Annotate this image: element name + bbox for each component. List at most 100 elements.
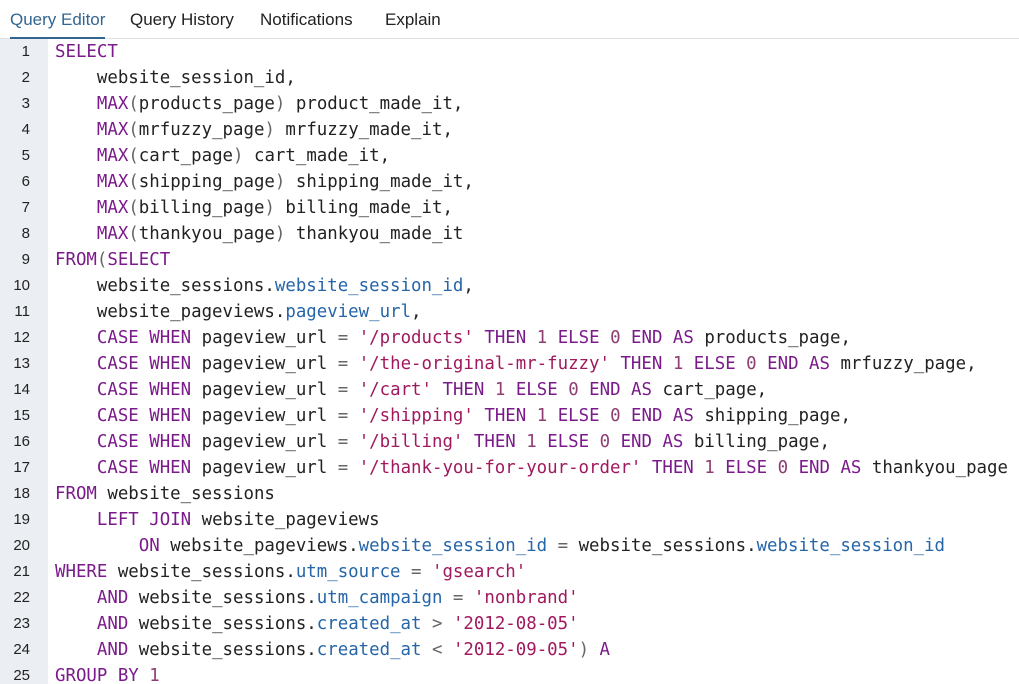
sql-token: 1	[536, 406, 548, 426]
code-text[interactable]: CASE WHEN pageview_url = '/shipping' THE…	[55, 403, 851, 429]
code-line[interactable]: 20 ON website_pageviews.website_session_…	[0, 533, 1019, 559]
code-line[interactable]: 11 website_pageviews.pageview_url,	[0, 299, 1019, 325]
code-line[interactable]: 24 AND website_sessions.created_at < '20…	[0, 637, 1019, 663]
sql-token: (	[128, 146, 139, 166]
code-text[interactable]: SELECT	[55, 39, 118, 65]
sql-token: =	[337, 354, 349, 374]
sql-token: =	[337, 380, 349, 400]
sql-token: MAX	[96, 120, 129, 140]
sql-token: THEN	[484, 406, 527, 426]
tab-query-editor[interactable]: Query Editor	[10, 0, 106, 39]
code-text[interactable]: AND website_sessions.created_at < '2012-…	[55, 637, 610, 663]
code-line[interactable]: 17 CASE WHEN pageview_url = '/thank-you-…	[0, 455, 1019, 481]
code-line[interactable]: 25 GROUP BY 1	[0, 663, 1019, 684]
sql-token: utm_source	[295, 562, 401, 582]
line-number: 2	[21, 69, 30, 86]
code-line[interactable]: 22 AND website_sessions.utm_campaign = '…	[0, 585, 1019, 611]
sql-editor[interactable]: 1 SELECT 2 website_session_id, 3 MAX(produc…	[0, 39, 1019, 684]
code-text[interactable]: MAX(cart_page) cart_made_it,	[55, 143, 390, 169]
sql-token: billing_page,	[683, 432, 830, 452]
code-line[interactable]: 13 CASE WHEN pageview_url = '/the-origin…	[0, 351, 1019, 377]
sql-token: MAX	[96, 146, 129, 166]
code-line[interactable]: 9 FROM(SELECT	[0, 247, 1019, 273]
code-text[interactable]: AND website_sessions.created_at > '2012-…	[55, 611, 579, 637]
code-line[interactable]: 18 FROM website_sessions	[0, 481, 1019, 507]
tab-query-history[interactable]: Query History	[130, 0, 234, 39]
sql-token: 1	[494, 380, 506, 400]
sql-token: )	[264, 120, 275, 140]
code-line[interactable]: 6 MAX(shipping_page) shipping_made_it,	[0, 169, 1019, 195]
sql-token: website_sessions.	[107, 562, 296, 582]
sql-token: (	[128, 224, 139, 244]
code-text[interactable]: MAX(shipping_page) shipping_made_it,	[55, 169, 474, 195]
sql-token: website_sessions.	[128, 588, 317, 608]
code-line[interactable]: 8 MAX(thankyou_page) thankyou_made_it	[0, 221, 1019, 247]
code-text[interactable]: AND website_sessions.utm_campaign = 'non…	[55, 585, 579, 611]
code-line[interactable]: 15 CASE WHEN pageview_url = '/shipping' …	[0, 403, 1019, 429]
sql-token: mrfuzzy_page,	[829, 354, 977, 374]
code-line[interactable]: 7 MAX(billing_page) billing_made_it,	[0, 195, 1019, 221]
tab-notifications[interactable]: Notifications	[260, 0, 353, 39]
tab-explain[interactable]: Explain	[385, 0, 441, 39]
sql-token: ON	[138, 536, 160, 556]
sql-token: END AS	[631, 406, 694, 426]
code-text[interactable]: CASE WHEN pageview_url = '/products' THE…	[55, 325, 851, 351]
code-text[interactable]: website_session_id,	[55, 65, 296, 91]
line-number: 3	[21, 95, 30, 112]
code-line[interactable]: 14 CASE WHEN pageview_url = '/cart' THEN…	[0, 377, 1019, 403]
code-text[interactable]: website_pageviews.pageview_url,	[55, 299, 422, 325]
sql-token: website_pageviews	[191, 510, 380, 530]
code-line[interactable]: 21 WHERE website_sessions.utm_source = 'g…	[0, 559, 1019, 585]
code-line[interactable]: 16 CASE WHEN pageview_url = '/billing' T…	[0, 429, 1019, 455]
code-line[interactable]: 19 LEFT JOIN website_pageviews	[0, 507, 1019, 533]
code-text[interactable]: LEFT JOIN website_pageviews	[55, 507, 380, 533]
code-line[interactable]: 12 CASE WHEN pageview_url = '/products' …	[0, 325, 1019, 351]
code-line[interactable]: 2 website_session_id,	[0, 65, 1019, 91]
sql-token: 0	[610, 328, 621, 348]
code-text[interactable]: MAX(mrfuzzy_page) mrfuzzy_made_it,	[55, 117, 453, 143]
code-text[interactable]: CASE WHEN pageview_url = '/thank-you-for…	[55, 455, 1008, 481]
code-line[interactable]: 23 AND website_sessions.created_at > '20…	[0, 611, 1019, 637]
sql-token: END AS	[589, 380, 652, 400]
code-text[interactable]: MAX(billing_page) billing_made_it,	[55, 195, 453, 221]
sql-token: pageview_url	[191, 406, 338, 426]
code-text[interactable]: CASE WHEN pageview_url = '/the-original-…	[55, 351, 977, 377]
sql-token: website_sessions.	[55, 276, 275, 296]
code-line[interactable]: 4 MAX(mrfuzzy_page) mrfuzzy_made_it,	[0, 117, 1019, 143]
code-text[interactable]: WHERE website_sessions.utm_source = 'gse…	[55, 559, 526, 585]
sql-token: LEFT JOIN	[96, 510, 192, 530]
code-line[interactable]: 3 MAX(products_page) product_made_it,	[0, 91, 1019, 117]
code-text[interactable]: ON website_pageviews.website_session_id …	[55, 533, 945, 559]
sql-token: utm_campaign	[316, 588, 443, 608]
code-text[interactable]: CASE WHEN pageview_url = '/cart' THEN 1 …	[55, 377, 767, 403]
code-line[interactable]: 5 MAX(cart_page) cart_made_it,	[0, 143, 1019, 169]
code-text[interactable]: CASE WHEN pageview_url = '/billing' THEN…	[55, 429, 830, 455]
sql-token: billing_page	[138, 198, 265, 218]
sql-token: END AS	[631, 328, 694, 348]
sql-token: (	[128, 94, 139, 114]
sql-token: AND	[96, 640, 129, 660]
sql-token: FROM	[55, 484, 97, 504]
code-text[interactable]: GROUP BY 1	[55, 663, 160, 684]
code-text[interactable]: FROM website_sessions	[55, 481, 275, 507]
code-text[interactable]: MAX(products_page) product_made_it,	[55, 91, 464, 117]
code-text[interactable]: FROM(SELECT	[55, 247, 170, 273]
code-text[interactable]: website_sessions.website_session_id,	[55, 273, 474, 299]
sql-token: '/products'	[358, 328, 474, 348]
sql-token: SELECT	[55, 42, 118, 62]
code-line[interactable]: 10 website_sessions.website_session_id,	[0, 273, 1019, 299]
code-text[interactable]: MAX(thankyou_page) thankyou_made_it	[55, 221, 464, 247]
sql-token: pageview_url	[285, 302, 411, 322]
code-line[interactable]: 1 SELECT	[0, 39, 1019, 65]
